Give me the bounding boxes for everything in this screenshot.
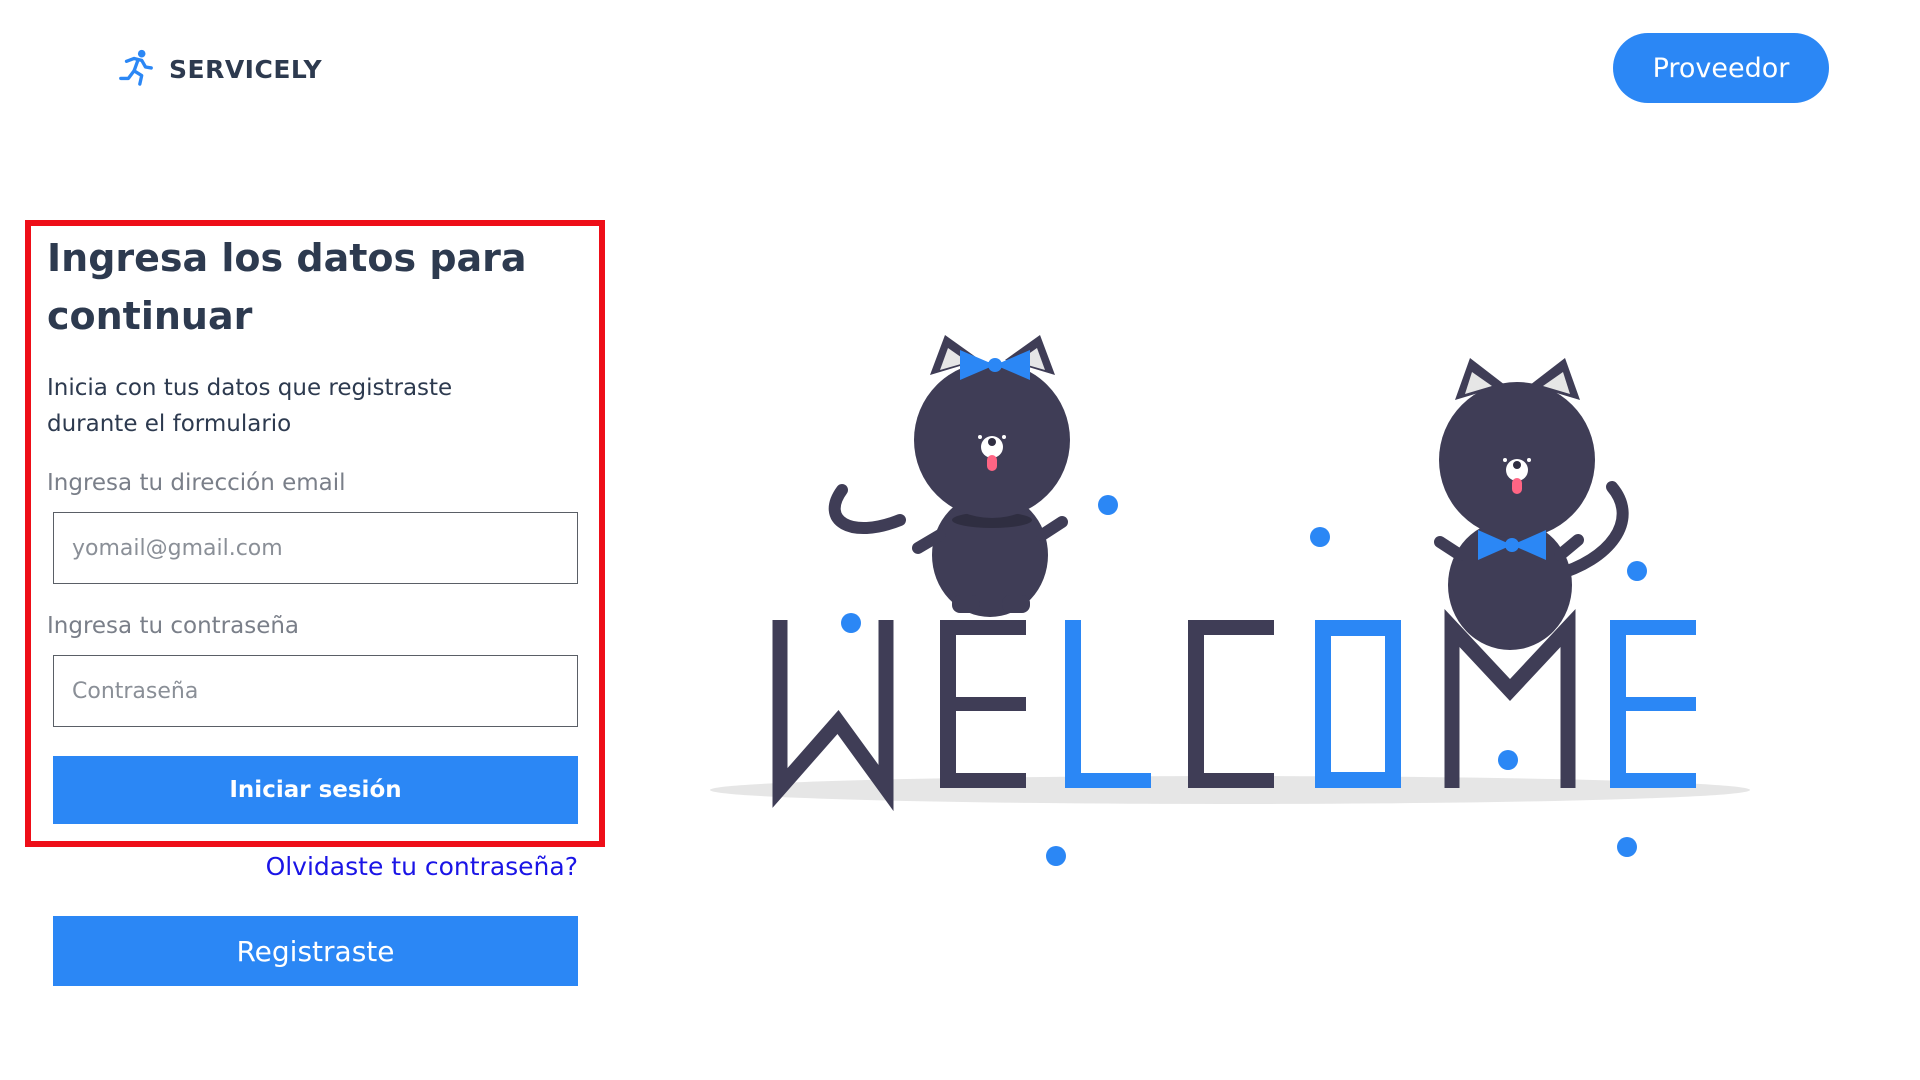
cat-right: [1434, 358, 1629, 650]
login-title: Ingresa los datos para continuar: [47, 236, 527, 338]
running-person-icon: [117, 48, 155, 90]
forgot-password-link[interactable]: Olvidaste tu contraseña?: [266, 852, 578, 881]
logo[interactable]: SERVICELY: [117, 48, 322, 90]
email-field[interactable]: [53, 512, 578, 584]
provider-button[interactable]: Proveedor: [1613, 33, 1829, 103]
password-label: Ingresa tu contraseña: [47, 613, 300, 639]
cat-left: [828, 335, 1070, 617]
letter-o: [1315, 620, 1401, 788]
letter-e-dark: [940, 620, 1026, 788]
register-button[interactable]: Registraste: [53, 916, 578, 986]
login-button[interactable]: Iniciar sesión: [53, 756, 578, 824]
welcome-cats-illustration: [700, 300, 1780, 900]
letter-w: [772, 620, 894, 812]
letter-c: [1188, 620, 1274, 788]
header: SERVICELY Proveedor: [0, 0, 1920, 130]
letter-e-blue: [1610, 620, 1696, 788]
logo-text: SERVICELY: [169, 54, 323, 84]
login-subtitle: Inicia con tus datos que registraste dur…: [47, 375, 453, 437]
letter-l: [1065, 620, 1151, 788]
email-label: Ingresa tu dirección email: [47, 470, 346, 496]
password-field[interactable]: [53, 655, 578, 727]
